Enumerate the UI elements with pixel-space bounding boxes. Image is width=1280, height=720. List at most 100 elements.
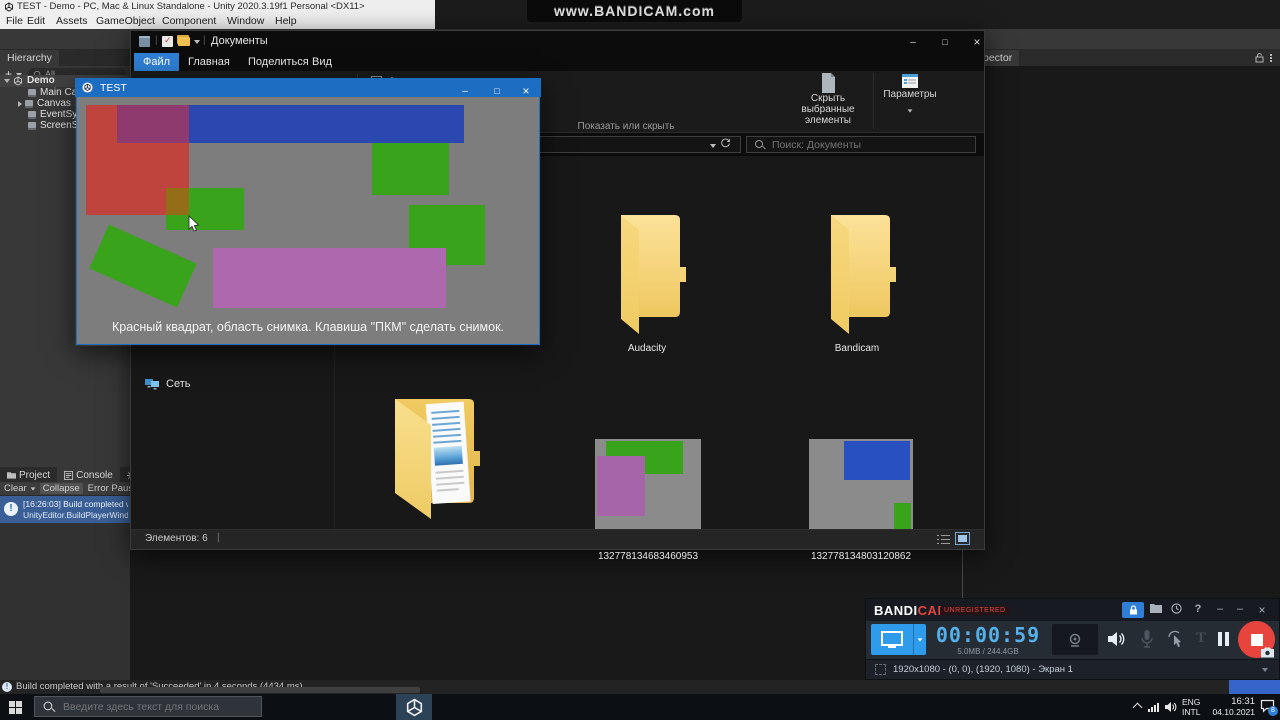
- minimize-button[interactable]: [1212, 603, 1228, 615]
- refresh-button[interactable]: [720, 138, 731, 149]
- speaker-button[interactable]: [1106, 629, 1126, 649]
- mouse-effect-button[interactable]: [1166, 629, 1186, 649]
- expand-arrow-icon[interactable]: [4, 78, 10, 83]
- tab-home[interactable]: Главная: [179, 53, 239, 71]
- language-indicator[interactable]: ENG INTL: [1182, 697, 1200, 717]
- hierarchy-tab[interactable]: Hierarchy: [0, 50, 59, 66]
- file-item-screenshot-2[interactable]: 132778134803120862: [809, 439, 913, 569]
- tab-file[interactable]: Файл: [134, 53, 180, 71]
- capture-target[interactable]: 1920x1080 - (0, 0), (1920, 1080) - Экран…: [893, 664, 1243, 675]
- file-item-bandicam[interactable]: Bandicam: [807, 209, 907, 361]
- project-tab[interactable]: Project: [0, 467, 57, 483]
- status-info-icon: !: [2, 682, 12, 692]
- overlap-purple-rect: [117, 105, 189, 143]
- green-rect-1: [372, 143, 449, 195]
- qat-chevron-icon[interactable]: [194, 40, 200, 44]
- info-icon: !: [4, 502, 18, 516]
- file-label: Bandicam: [834, 343, 880, 354]
- start-button[interactable]: [0, 694, 30, 720]
- qat-new-item-icon[interactable]: ✓: [162, 35, 173, 47]
- chevron-down-icon[interactable]: [30, 487, 36, 491]
- taskbar-search-box[interactable]: [34, 696, 262, 717]
- sidebar-item-network[interactable]: Сеть: [145, 378, 190, 390]
- menu-component[interactable]: Component: [162, 15, 216, 27]
- screen-recording-mode-button[interactable]: [871, 624, 913, 655]
- close-button[interactable]: [1254, 603, 1270, 617]
- file-label: 132778134683460953: [597, 551, 699, 562]
- separator: |: [203, 35, 206, 46]
- unity-menubar: File Edit Assets GameObject Component Wi…: [0, 14, 435, 29]
- folder-docs-icon: [395, 399, 480, 519]
- chevron-down-icon: [917, 637, 923, 642]
- pause-button[interactable]: [1218, 632, 1230, 646]
- open-folder-icon[interactable]: [1150, 603, 1166, 613]
- lock-icon[interactable]: [1255, 53, 1264, 63]
- game-window: TEST Красный квадрат, область снимка. Кл…: [75, 78, 541, 346]
- options-button[interactable]: Параметры: [879, 73, 941, 118]
- clear-button[interactable]: Clear: [4, 483, 27, 494]
- monitor-icon: [881, 630, 903, 648]
- gameobject-icon: [25, 99, 33, 108]
- tab-view[interactable]: Вид: [303, 53, 341, 71]
- expand-arrow-icon[interactable]: [18, 100, 22, 107]
- taskbar-unity-active-tile[interactable]: [396, 694, 432, 720]
- minimize-button[interactable]: [898, 31, 928, 53]
- tray-date: 04.10.2021: [1212, 707, 1255, 717]
- hide-selected-button[interactable]: Скрыть выбранные элементы: [786, 73, 870, 126]
- clock[interactable]: 16:31 04.10.2021: [1205, 697, 1255, 718]
- bandicam-main: 00:00:59 5.0MB / 244.4GB T: [866, 621, 1279, 659]
- lock-button[interactable]: [1122, 602, 1144, 618]
- notification-center-button[interactable]: 8: [1260, 699, 1278, 716]
- close-button[interactable]: [962, 31, 992, 53]
- menu-window[interactable]: Window: [227, 15, 264, 27]
- status-activity-bar: [1229, 680, 1280, 694]
- explorer-search-input[interactable]: [770, 137, 954, 152]
- help-icon[interactable]: [1190, 603, 1206, 615]
- tray-volume-icon[interactable]: [1164, 701, 1177, 713]
- stop-icon: [1250, 633, 1263, 646]
- gameobject-icon: [28, 110, 36, 119]
- menu-assets[interactable]: Assets: [56, 15, 88, 27]
- microphone-button[interactable]: [1138, 629, 1156, 649]
- separator: |: [155, 35, 158, 46]
- address-chevron-icon[interactable]: [710, 144, 716, 148]
- chevron-down-icon[interactable]: [1262, 668, 1268, 672]
- tray-network-icon[interactable]: [1148, 702, 1160, 712]
- explorer-search-box[interactable]: [746, 136, 976, 153]
- minimize-to-tray-button[interactable]: [1232, 603, 1248, 615]
- webcam-icon: [1069, 633, 1081, 647]
- console-tab[interactable]: Console: [57, 467, 120, 483]
- mode-dropdown-button[interactable]: [913, 624, 926, 655]
- microphone-icon: [1141, 630, 1153, 648]
- console-panel: Project Console Pr Clear Collapse Error …: [0, 467, 130, 680]
- record-timer: 00:00:59: [935, 623, 1041, 647]
- taskbar-search-input[interactable]: [61, 699, 250, 714]
- kebab-menu-icon[interactable]: [1270, 54, 1272, 56]
- screenshot-button[interactable]: [1260, 647, 1275, 658]
- taskbar: ENG INTL 16:31 04.10.2021 8: [0, 694, 1280, 720]
- history-icon[interactable]: [1171, 603, 1187, 614]
- text-overlay-button[interactable]: T: [1196, 629, 1206, 647]
- menu-gameobject[interactable]: GameObject: [96, 15, 155, 27]
- view-thumbnails-icon[interactable]: [955, 532, 970, 545]
- view-list-icon[interactable]: [937, 534, 950, 545]
- maximize-button[interactable]: [930, 31, 960, 53]
- error-pause-button[interactable]: Error Pause: [88, 483, 130, 494]
- unity-statusbar: ! Build completed with a result of 'Succ…: [0, 680, 1280, 694]
- collapse-button[interactable]: Collapse: [39, 483, 83, 494]
- panel-divider[interactable]: [962, 550, 963, 598]
- qat-properties-icon[interactable]: [139, 36, 150, 47]
- settings-tab[interactable]: Pr: [120, 467, 130, 483]
- menu-edit[interactable]: Edit: [27, 15, 45, 27]
- region-checkbox-icon[interactable]: [875, 664, 886, 675]
- menu-help[interactable]: Help: [275, 15, 297, 27]
- file-item-screenshot-1[interactable]: " сделать снимок. 132778134683460953: [595, 439, 701, 569]
- file-item-visual-studio[interactable]: Visual Studio 2019: [373, 391, 493, 551]
- file-item-audacity[interactable]: Audacity: [597, 209, 697, 361]
- items-count: Элементов: 6: [145, 533, 208, 544]
- console-entry[interactable]: ! [16:26:03] Build completed with a resu…: [0, 496, 130, 523]
- qat-new-folder-icon[interactable]: [178, 37, 190, 46]
- menu-file[interactable]: File: [6, 15, 23, 27]
- webcam-button[interactable]: [1052, 624, 1098, 655]
- tray-chevron-icon[interactable]: [1132, 702, 1143, 713]
